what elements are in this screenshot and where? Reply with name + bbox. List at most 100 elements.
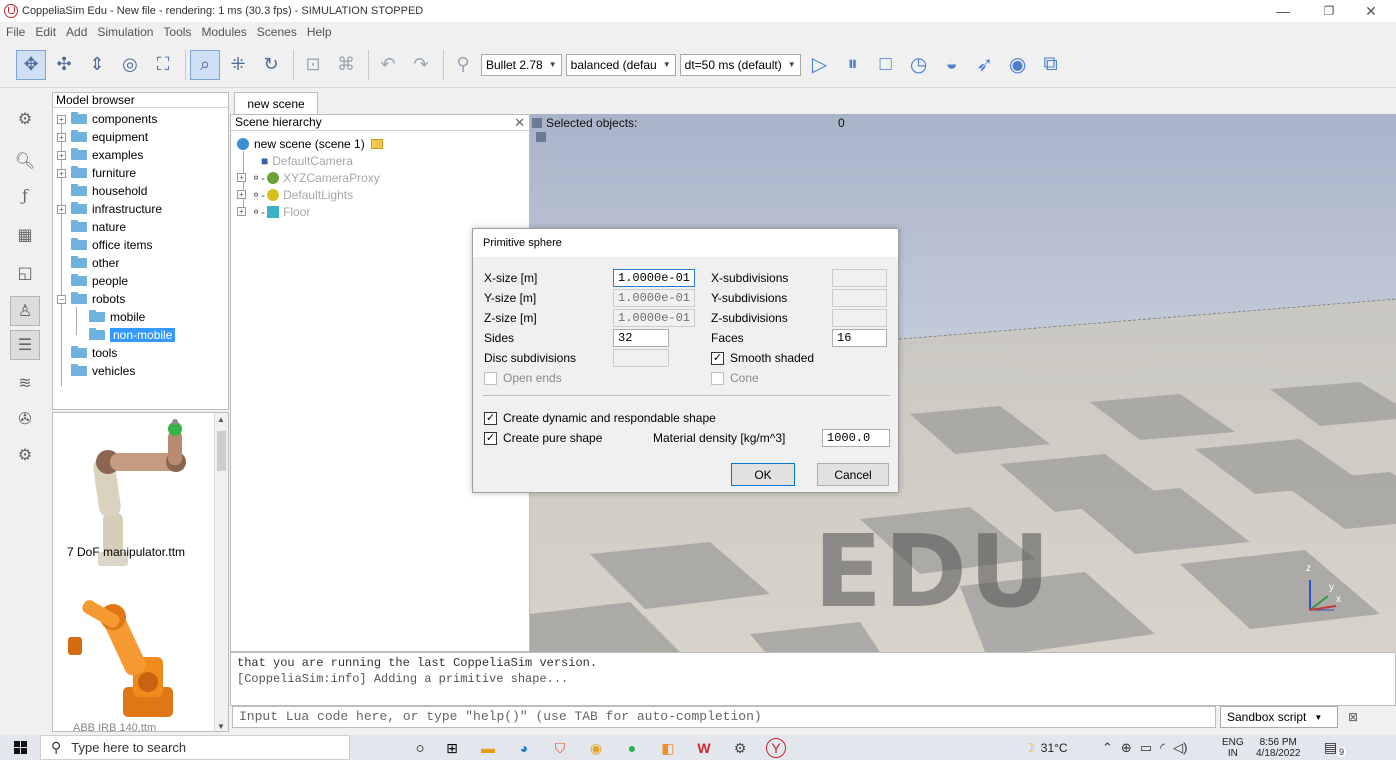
scene-root-item[interactable]: new scene (scene 1) — [237, 135, 383, 152]
settings-gear-icon[interactable]: ⚙ — [730, 738, 750, 758]
tree-item-office-items[interactable]: office items — [71, 236, 152, 254]
coppeliasim-taskbar-icon[interactable]: Y — [766, 738, 786, 758]
pure-shape-checkbox[interactable]: ✓ — [484, 432, 497, 445]
menu-simulation[interactable]: Simulation — [97, 25, 153, 39]
expand-icon[interactable]: + — [237, 173, 246, 182]
tree-item-equipment[interactable]: + equipment — [57, 128, 148, 146]
start-simulation-icon[interactable]: ▷ — [805, 50, 835, 80]
collapse-icon[interactable]: − — [57, 294, 66, 304]
x-subdivisions-input[interactable] — [832, 269, 887, 287]
close-button[interactable]: ✕ — [1348, 0, 1394, 22]
script-mode-select[interactable]: Sandbox script ▼ — [1220, 706, 1338, 728]
multi-threaded-icon[interactable]: ⧉ — [1036, 50, 1066, 80]
scripts-icon[interactable]: ◱ — [10, 258, 40, 288]
cancel-button[interactable]: Cancel — [817, 463, 889, 486]
object-shift-icon[interactable]: ⁜ — [223, 50, 253, 80]
time-step-select[interactable]: dt=50 ms (default) ▼ — [679, 53, 801, 76]
realtime-mode-icon[interactable]: ◷ — [904, 50, 934, 80]
menu-add[interactable]: Add — [66, 25, 87, 39]
whatsapp-icon[interactable]: ● — [622, 738, 642, 758]
start-button[interactable] — [0, 735, 40, 760]
weather-widget[interactable]: ☽ 31°C — [1024, 735, 1068, 760]
scene-object-properties-icon[interactable]: 🔍︎ — [10, 146, 40, 176]
scroll-up-icon[interactable]: ▲ — [217, 415, 225, 424]
expand-icon[interactable]: + — [57, 150, 66, 160]
disc-subdivisions-input[interactable] — [613, 349, 669, 367]
battery-icon[interactable]: ▭ — [1140, 740, 1152, 756]
office-icon[interactable]: W — [694, 738, 714, 758]
menu-edit[interactable]: Edit — [35, 25, 56, 39]
layers-icon[interactable]: ≋ — [10, 368, 40, 398]
expand-icon[interactable]: + — [57, 168, 66, 178]
video-editor-icon[interactable]: ◧ — [658, 738, 678, 758]
collections-icon[interactable]: ▦ — [10, 220, 40, 250]
visualization-toggle-icon[interactable]: ◉ — [1003, 50, 1033, 80]
tree-item-examples[interactable]: + examples — [57, 146, 143, 164]
menu-tools[interactable]: Tools — [163, 25, 191, 39]
brave-icon[interactable]: ⛉ — [550, 738, 570, 758]
sides-input[interactable]: 32 — [613, 329, 669, 347]
tree-item-household[interactable]: household — [71, 182, 147, 200]
scene-hierarchy-toggle-icon[interactable]: ☰ — [10, 330, 40, 360]
smooth-shaded-checkbox[interactable]: ✓ — [711, 352, 724, 365]
transfer-dna-icon[interactable]: ⌘ — [331, 50, 361, 80]
faces-input[interactable]: 16 — [832, 329, 887, 347]
volume-icon[interactable]: ◁) — [1173, 740, 1187, 756]
tree-item-infrastructure[interactable]: + infrastructure — [57, 200, 162, 218]
open-ends-checkbox[interactable] — [484, 372, 497, 385]
chevron-up-icon[interactable]: ⌃ — [1102, 740, 1113, 756]
camera-pan-icon[interactable]: ✥ — [16, 49, 46, 80]
thumbnail-abb-irb140[interactable] — [63, 587, 213, 727]
tree-item-people[interactable]: people — [71, 272, 128, 290]
scene-object-floor[interactable]: + ⚬- Floor — [237, 203, 310, 220]
network-icon[interactable]: ⊕ — [1121, 740, 1132, 756]
menu-help[interactable]: Help — [307, 25, 332, 39]
camera-shift-icon[interactable]: ⇕ — [82, 50, 112, 80]
camera-angle-icon[interactable]: ◎ — [115, 50, 145, 80]
model-browser-toggle-icon[interactable]: ♙ — [10, 296, 40, 326]
physics-engine-select[interactable]: Bullet 2.78 ▼ — [481, 53, 562, 76]
video-recorder-icon[interactable]: ✇ — [10, 404, 40, 434]
tree-item-robots[interactable]: − robots — [57, 290, 125, 308]
tree-item-non-mobile[interactable]: non-mobile — [89, 326, 176, 344]
dynamics-settings-icon[interactable]: ⚲ — [448, 50, 478, 80]
menu-scenes[interactable]: Scenes — [257, 25, 297, 39]
ok-button[interactable]: OK — [731, 463, 795, 486]
maximize-button[interactable]: ❐ — [1306, 0, 1352, 22]
tree-item-nature[interactable]: nature — [71, 218, 126, 236]
tree-item-furniture[interactable]: + furniture — [57, 164, 136, 182]
scene-folder-icon[interactable] — [370, 138, 383, 149]
expand-icon[interactable]: + — [57, 114, 66, 124]
expand-icon[interactable]: + — [57, 132, 66, 142]
tree-item-components[interactable]: + components — [57, 110, 157, 128]
tree-item-tools[interactable]: tools — [71, 344, 117, 362]
edge-icon[interactable]: ◕ — [514, 738, 534, 758]
click-select-icon[interactable]: ⌕ — [190, 49, 220, 80]
speed-up-icon[interactable]: ➶ — [970, 50, 1000, 80]
wifi-icon[interactable]: ◜ — [1160, 740, 1165, 756]
dynamic-respondable-checkbox[interactable]: ✓ — [484, 412, 497, 425]
redo-icon[interactable]: ↷ — [406, 50, 436, 80]
collapse-info-icon[interactable] — [532, 118, 542, 128]
tree-item-mobile[interactable]: mobile — [89, 308, 145, 326]
task-view-icon[interactable]: ⊞ — [442, 738, 462, 758]
scroll-down-icon[interactable]: ▼ — [217, 722, 225, 731]
menu-modules[interactable]: Modules — [201, 25, 246, 39]
minimize-button[interactable]: — — [1260, 0, 1306, 22]
pause-simulation-icon[interactable]: ⏸ — [838, 50, 868, 80]
stop-simulation-icon[interactable]: □ — [871, 50, 901, 80]
undo-icon[interactable]: ↶ — [373, 50, 403, 80]
info-toggle-icon[interactable] — [536, 132, 546, 142]
thumbnails-scrollbar[interactable]: ▲ ▼ — [214, 413, 228, 731]
object-rotate-icon[interactable]: ↻ — [256, 50, 286, 80]
y-subdivisions-input[interactable] — [832, 289, 887, 307]
z-subdivisions-input[interactable] — [832, 309, 887, 327]
clock[interactable]: 8:56 PM 4/18/2022 — [1256, 737, 1301, 759]
scene-object-defaultlights[interactable]: + ⚬- DefaultLights — [237, 186, 353, 203]
chrome-icon[interactable]: ◉ — [586, 738, 606, 758]
user-settings-icon[interactable]: ⚙ — [10, 440, 40, 470]
expand-icon[interactable]: + — [237, 190, 246, 199]
simulation-settings-icon[interactable]: ⚙ — [10, 104, 40, 134]
file-explorer-icon[interactable]: ▬ — [478, 738, 498, 758]
slow-down-icon[interactable]: ◒ — [937, 50, 967, 80]
